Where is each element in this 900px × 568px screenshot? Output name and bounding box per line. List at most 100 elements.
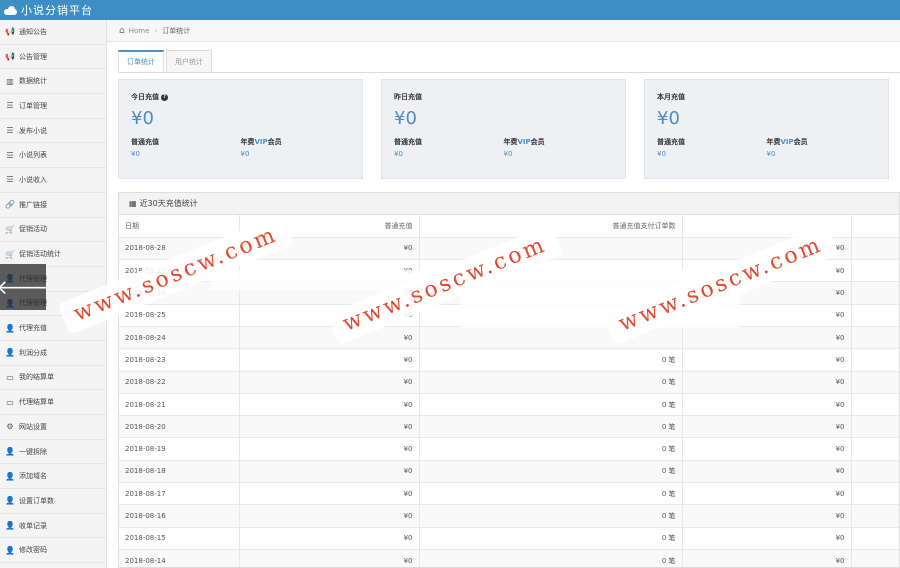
sidebar-item[interactable]: 📢 通知公告 [0, 20, 106, 45]
order-count-cell: 0 笔 [419, 527, 683, 550]
empty-cell [851, 281, 899, 305]
sidebar-item[interactable]: 👤 收单记录 [0, 514, 106, 539]
date-cell: 2018-08-24 [119, 326, 240, 350]
help-icon[interactable]: ? [161, 93, 168, 101]
back-button[interactable]: 🡐 [0, 264, 50, 310]
recharge-cell: ¥0 [239, 348, 420, 372]
sidebar-item[interactable]: ▭ 代理结算单 [0, 390, 106, 415]
sub-value: ¥0 [503, 150, 513, 158]
breadcrumb-home[interactable]: Home [129, 27, 150, 35]
amount-cell: ¥0 [682, 371, 852, 394]
table-row: 2018-08-24 ¥0 ¥0 [119, 326, 899, 350]
date-cell: 2018-08-15 [119, 527, 240, 550]
recharge-cell: ¥0 [239, 482, 420, 506]
sidebar-item-label: 添加域名 [19, 472, 47, 481]
sidebar-item[interactable]: ☰ 小说列表 [0, 143, 106, 169]
sidebar-item[interactable]: ▥ 数据统计 [0, 69, 106, 95]
sidebar-item[interactable]: 👤 添加域名 [0, 464, 106, 490]
sidebar-item[interactable]: 🛒 促销活动 [0, 218, 106, 243]
breadcrumb-current: 订单统计 [162, 26, 191, 35]
table-row: 2018-08-14 ¥0 0 笔 ¥0 [119, 549, 899, 567]
sidebar-item[interactable]: 🔗 推广链接 [0, 193, 106, 218]
sidebar-item[interactable]: 📢 公告管理 [0, 45, 106, 70]
sub-label: 普通充值 [657, 138, 685, 146]
table-row: 2018-08-17 ¥0 0 笔 ¥0 [119, 482, 899, 506]
sidebar-item-label: 促销活动 [19, 225, 47, 234]
empty-cell [851, 482, 899, 506]
sub-value: ¥0 [394, 150, 403, 158]
app-title: 小说分销平台 [21, 4, 93, 17]
megaphone-icon: 📢 [5, 52, 15, 62]
sidebar-item-label: 推广链接 [19, 200, 47, 209]
empty-cell [851, 393, 899, 417]
megaphone-icon: 📢 [5, 27, 15, 37]
order-count-cell: 0 笔 [419, 415, 683, 439]
recharge-cell: ¥0 [239, 415, 420, 439]
sidebar-item[interactable]: 👤 设置订单数 [0, 489, 106, 514]
breadcrumb-separator: › [154, 26, 158, 35]
empty-cell [851, 304, 899, 327]
tab-bar: 订单统计 用户统计 [118, 50, 214, 72]
panel-header: ▦ 近30天充值统计 [119, 193, 899, 215]
user-plus-icon: 👤 [5, 471, 15, 481]
amount-cell: ¥0 [682, 437, 852, 461]
sub-value: ¥0 [240, 150, 250, 158]
tab-divider [118, 72, 900, 73]
amount-cell: ¥0 [682, 348, 852, 372]
sidebar-item[interactable]: 👤 修改密码 [0, 538, 106, 564]
sub-value: ¥0 [766, 150, 776, 158]
order-count-cell: 0 笔 [419, 504, 683, 528]
amount-cell: ¥0 [682, 504, 852, 528]
user-plus-icon: 👤 [5, 323, 15, 333]
recharge-cell: ¥0 [239, 460, 420, 484]
sidebar-item-label: 收单记录 [19, 521, 47, 530]
sidebar-item[interactable]: ☰ 小说收入 [0, 168, 106, 193]
user-plus-icon: 👤 [5, 496, 15, 506]
user-plus-icon: 👤 [5, 447, 15, 457]
sidebar-item-label: 公告管理 [19, 52, 47, 61]
recharge-cell: ¥0 [239, 549, 420, 567]
sub-label: 年费VIP会员 [503, 138, 545, 146]
empty-cell [851, 371, 899, 394]
table-row: 2018-08-15 ¥0 0 笔 ¥0 [119, 527, 899, 550]
bar-chart-icon: ▥ [6, 76, 14, 86]
table-row: 2018-08-20 ¥0 0 笔 ¥0 [119, 415, 899, 439]
card-label: 本月充值 [657, 93, 685, 101]
sidebar-item[interactable]: 👤 利润分成 [0, 341, 106, 366]
list-icon: ☰ [6, 126, 14, 136]
card-label: 昨日充值 [394, 93, 422, 101]
month-recharge-card: 本月充值 ¥0 普通充值 ¥0 年费VIP会员 ¥0 [644, 79, 889, 179]
sidebar-item-label: 设置订单数 [19, 496, 54, 505]
panel-title: 近30天充值统计 [139, 199, 198, 208]
sidebar-item-label: 网站设置 [19, 422, 47, 431]
sidebar-item-label: 小说列表 [19, 151, 47, 160]
sidebar-item[interactable]: ⚙ 网站设置 [0, 415, 106, 440]
sidebar-item[interactable]: 👤 一键拆除 [0, 440, 106, 465]
table-row: 2018-08-22 ¥0 0 笔 ¥0 [119, 371, 899, 394]
tab-order-stats[interactable]: 订单统计 [118, 50, 164, 72]
sidebar-item[interactable]: ☰ 订单管理 [0, 94, 106, 119]
sidebar-item[interactable]: ▭ 我的结算单 [0, 366, 106, 391]
sidebar-item-label: 代理结算单 [19, 398, 54, 407]
date-cell: 2018-08-22 [119, 371, 240, 394]
order-count-cell: 0 笔 [419, 549, 683, 567]
empty-cell [851, 527, 899, 550]
sidebar-item[interactable]: ☰ 发布小说 [0, 119, 106, 144]
sidebar-item-label: 利润分成 [19, 348, 47, 357]
file-icon: ▭ [6, 372, 14, 382]
date-cell: 2018-08-21 [119, 393, 240, 417]
yesterday-recharge-card: 昨日充值 ¥0 普通充值 ¥0 年费VIP会员 ¥0 [381, 79, 626, 179]
tab-user-stats[interactable]: 用户统计 [166, 50, 212, 72]
arrow-left-icon: 🡐 [0, 275, 50, 299]
column-header-date[interactable]: 日期 [119, 215, 240, 238]
sub-label: 普通充值 [394, 138, 422, 146]
empty-cell [851, 460, 899, 484]
home-icon[interactable]: ⌂ [119, 26, 125, 36]
user-plus-icon: 👤 [5, 348, 15, 358]
empty-cell [851, 437, 899, 461]
file-icon: ▭ [6, 397, 14, 407]
cart-icon: 🛒 [5, 224, 15, 234]
sidebar-item-label: 通知公告 [19, 27, 47, 36]
card-label: 今日充值 [131, 93, 159, 101]
calendar-icon: ▦ [129, 199, 137, 208]
